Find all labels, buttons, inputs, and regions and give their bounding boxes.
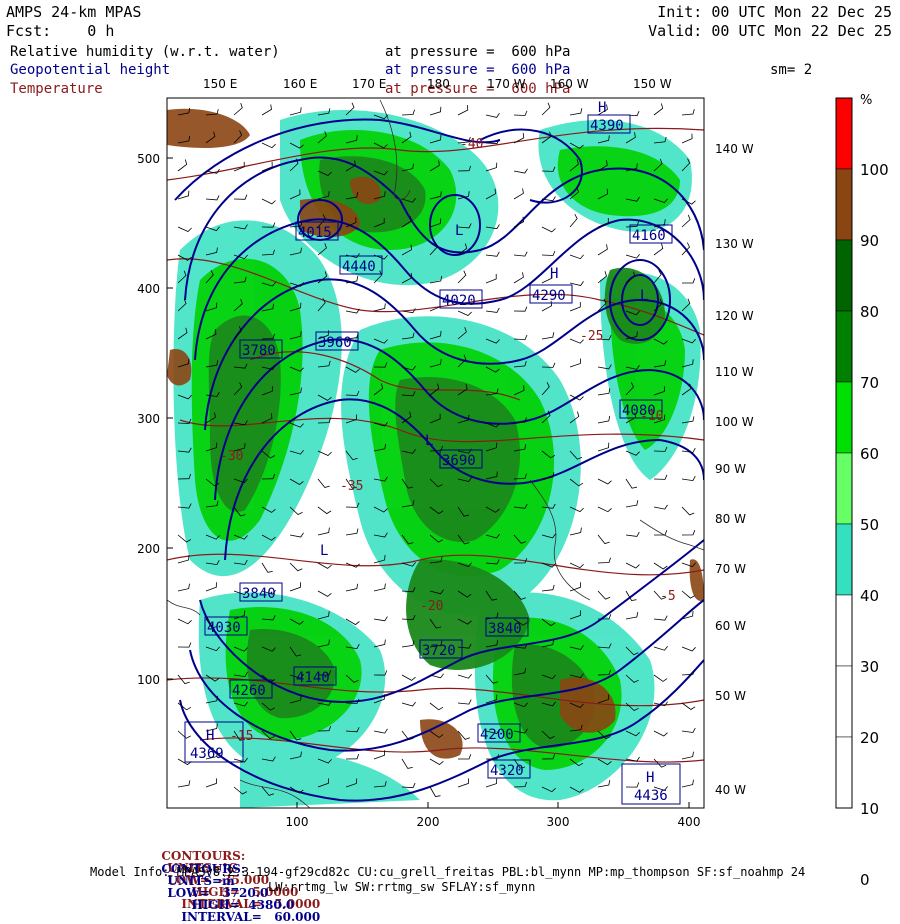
x-axis-labels: 100 200 300 400 xyxy=(286,815,701,829)
svg-text:4440: 4440 xyxy=(342,259,376,275)
low-label: L xyxy=(320,543,328,559)
y-axis-labels: 500 400 300 200 100 xyxy=(137,152,160,687)
temp-label: -5 xyxy=(660,589,676,604)
lon-label: 50 W xyxy=(715,689,746,703)
svg-text:4320: 4320 xyxy=(490,763,524,779)
svg-text:4369: 4369 xyxy=(190,746,224,762)
height-label: 3840 xyxy=(485,617,529,637)
lon-label: 60 W xyxy=(715,619,746,633)
lon-label: 80 W xyxy=(715,512,746,526)
low-label: L xyxy=(455,223,463,239)
lon-label: 150 E xyxy=(203,77,237,91)
svg-text:3840: 3840 xyxy=(488,621,522,637)
svg-text:3840: 3840 xyxy=(242,586,276,602)
lon-label: 100 W xyxy=(715,415,754,429)
temp-label: -40 xyxy=(460,137,483,152)
contour-high: HIGH= 4380.0 xyxy=(191,898,295,912)
svg-text:4436: 4436 xyxy=(634,788,668,804)
model-info-line-2: LW:rrtmg_lw SW:rrtmg_sw SFLAY:sf_mynn xyxy=(268,880,536,894)
height-label: 4020 xyxy=(439,289,483,309)
height-label: 3720 xyxy=(419,639,463,659)
svg-text:4160: 4160 xyxy=(632,228,666,244)
lon-label: 90 W xyxy=(715,462,746,476)
height-label: 4160 xyxy=(629,224,673,244)
lon-label: 180 xyxy=(427,77,450,91)
y-tick-label: 200 xyxy=(137,542,160,556)
lon-label: 160 E xyxy=(283,77,317,91)
y-tick-label: 500 xyxy=(137,152,160,166)
contour-interval: INTERVAL= 60.000 xyxy=(181,910,321,924)
svg-text:3720: 3720 xyxy=(422,643,456,659)
svg-text:3690: 3690 xyxy=(442,453,476,469)
low-label: L xyxy=(640,288,648,304)
svg-text:H: H xyxy=(206,728,214,744)
svg-text:4030: 4030 xyxy=(207,620,241,636)
temp-label: -35 xyxy=(340,479,363,494)
svg-text:4140: 4140 xyxy=(296,670,330,686)
weather-map: 4390 4290 4015 4440 4020 3780 3960 3840 … xyxy=(137,77,754,829)
svg-text:3960: 3960 xyxy=(318,335,352,351)
x-tick-label: 200 xyxy=(417,815,440,829)
height-label: 3840 xyxy=(239,582,283,602)
temp-label: -25 xyxy=(580,329,603,344)
y-tick-label: 400 xyxy=(137,282,160,296)
height-label: 3960 xyxy=(315,331,359,351)
high-label: H xyxy=(550,266,558,282)
x-tick-label: 300 xyxy=(547,815,570,829)
svg-text:H: H xyxy=(646,770,654,786)
height-label: 4030 xyxy=(204,616,248,636)
height-label: 4200 xyxy=(477,723,521,743)
svg-text:4260: 4260 xyxy=(232,683,266,699)
high-label: H xyxy=(598,100,606,116)
temp-label: -15 xyxy=(230,729,253,744)
lon-label: 170 W xyxy=(487,77,526,91)
y-tick-label: 100 xyxy=(137,673,160,687)
low-label: L xyxy=(425,433,433,449)
height-label: 4390 xyxy=(587,114,631,134)
lon-label: 110 W xyxy=(715,365,754,379)
svg-text:4390: 4390 xyxy=(590,118,624,134)
lon-label: 70 W xyxy=(715,562,746,576)
longitude-right-labels: 140 W 130 W 120 W 110 W 100 W 90 W 80 W … xyxy=(715,142,754,797)
height-label: 4140 xyxy=(293,666,337,686)
y-tick-label: 300 xyxy=(137,412,160,426)
x-tick-label: 400 xyxy=(678,815,701,829)
lon-label: 170 E xyxy=(352,77,386,91)
svg-text:4200: 4200 xyxy=(480,727,514,743)
height-label: 3690 xyxy=(439,449,483,469)
lon-label: 140 W xyxy=(715,142,754,156)
lon-label: 160 W xyxy=(550,77,589,91)
height-label: 4320 xyxy=(487,759,531,779)
svg-text:4290: 4290 xyxy=(532,288,566,304)
longitude-top-labels: 150 E 160 E 170 E 180 170 W 160 W 150 W xyxy=(203,77,672,91)
lon-label: 120 W xyxy=(715,309,754,323)
temp-label: -10 xyxy=(640,409,663,424)
lon-label: 40 W xyxy=(715,783,746,797)
height-label: 4260 xyxy=(229,679,273,699)
temp-label: -30 xyxy=(220,449,243,464)
x-tick-label: 100 xyxy=(286,815,309,829)
svg-text:4020: 4020 xyxy=(442,293,476,309)
lon-label: 130 W xyxy=(715,237,754,251)
svg-text:3780: 3780 xyxy=(242,343,276,359)
height-label: 4290 xyxy=(529,284,573,304)
model-info-line-1: Model Info: MPASv8.2.3-194-gf29cd82c CU:… xyxy=(90,865,806,879)
height-label: 3780 xyxy=(239,339,283,359)
height-label: 4015 xyxy=(295,221,339,241)
svg-text:4015: 4015 xyxy=(298,225,332,241)
height-label: 4440 xyxy=(339,255,383,275)
temp-label: -20 xyxy=(420,599,443,614)
lon-label: 150 W xyxy=(633,77,672,91)
